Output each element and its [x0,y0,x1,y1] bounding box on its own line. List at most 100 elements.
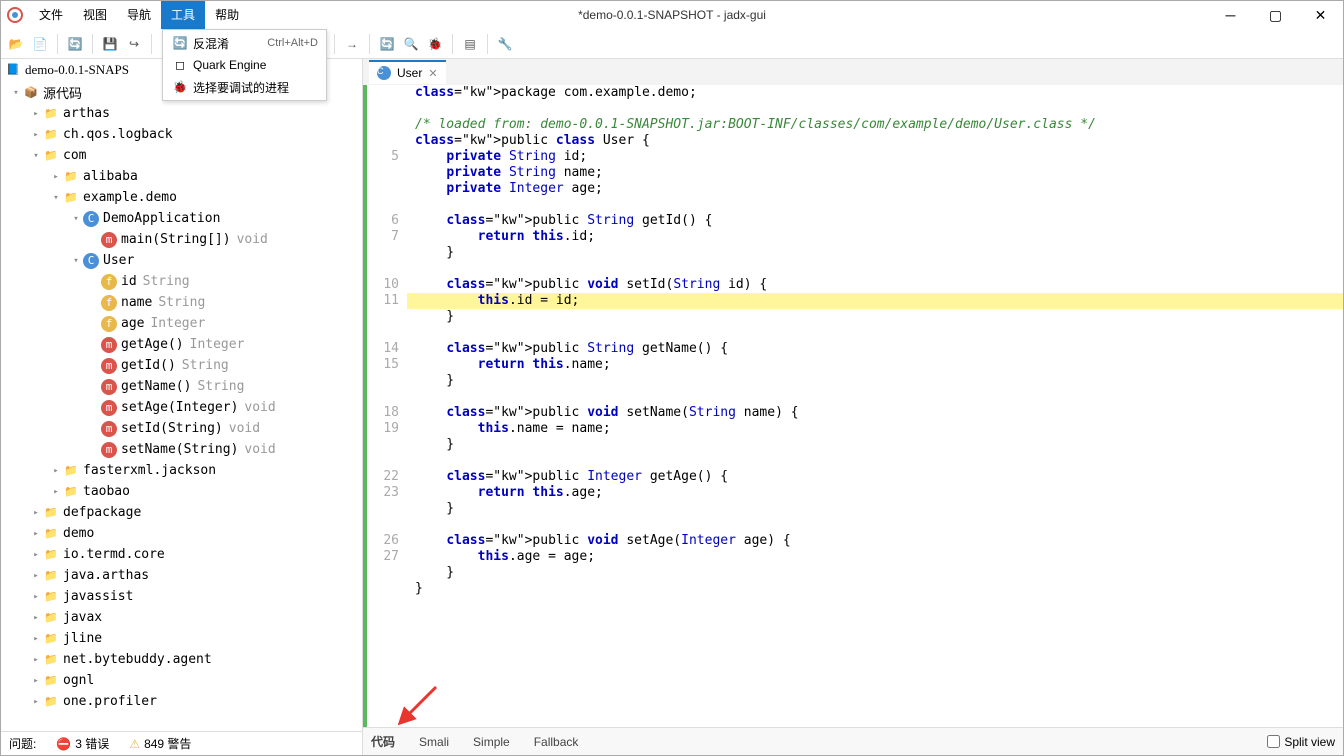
save-button[interactable]: 💾 [99,33,121,55]
tree-package[interactable]: ▸📁io.termd.core [1,544,362,565]
menu-shortcut: Ctrl+Alt+D [267,37,318,49]
open-folder-button[interactable]: 📂 [5,33,27,55]
split-view-label: Split view [1284,735,1335,749]
expand-arrow[interactable]: ▸ [29,613,43,623]
expand-arrow[interactable]: ▸ [29,655,43,665]
method-icon: m [101,421,117,437]
tree-package[interactable]: ▸📁java.arthas [1,565,362,586]
tree-method[interactable]: mgetAge()Integer [1,334,362,355]
tree-method[interactable]: mgetName()String [1,376,362,397]
forward-button[interactable]: → [341,33,363,55]
expand-arrow[interactable]: ▸ [29,634,43,644]
expand-arrow[interactable]: ▾ [69,214,83,224]
menu-file[interactable]: 文件 [29,1,73,29]
editor-tab-user[interactable]: C User ✕ [369,60,446,84]
expand-arrow[interactable]: ▾ [69,256,83,266]
close-tab-icon[interactable]: ✕ [428,67,437,80]
search-button[interactable]: 🔍 [400,33,422,55]
package-icon: 📁 [43,148,59,164]
split-view-toggle[interactable]: Split view [1267,735,1335,749]
menu-quark-label: Quark Engine [193,58,266,72]
expand-arrow[interactable]: ▸ [29,571,43,581]
tree-package[interactable]: ▸📁fasterxml.jackson [1,460,362,481]
expand-arrow[interactable]: ▸ [29,529,43,539]
minimize-button[interactable]: ─ [1208,1,1253,29]
tree-package[interactable]: ▾📁com [1,145,362,166]
debug-button[interactable]: 🐞 [424,33,446,55]
tab-simple[interactable]: Simple [473,735,510,749]
maximize-button[interactable]: ▢ [1253,1,1298,29]
expand-arrow[interactable]: ▸ [29,508,43,518]
menu-quark[interactable]: ◻ Quark Engine [165,54,324,76]
tools-dropdown: 🔄 反混淆 Ctrl+Alt+D ◻ Quark Engine 🐞 选择要调试的… [162,29,327,101]
menu-view[interactable]: 视图 [73,1,117,29]
menu-nav[interactable]: 导航 [117,1,161,29]
expand-arrow[interactable]: ▸ [29,676,43,686]
refresh-button[interactable]: 🔄 [64,33,86,55]
expand-arrow[interactable]: ▸ [49,466,63,476]
tree-method[interactable]: msetId(String)void [1,418,362,439]
tree-class[interactable]: ▾CDemoApplication [1,208,362,229]
tree-package[interactable]: ▸📁net.bytebuddy.agent [1,649,362,670]
expand-arrow[interactable]: ▸ [29,697,43,707]
status-warnings[interactable]: ⚠849 警告 [129,735,191,752]
menu-deobfuscate-label: 反混淆 [193,35,229,52]
close-button[interactable]: ✕ [1298,1,1343,29]
expand-arrow[interactable]: ▾ [49,193,63,203]
editor-tabs: C User ✕ [363,59,1343,85]
tree-class-user[interactable]: ▾CUser [1,250,362,271]
add-file-button[interactable]: 📄 [29,33,51,55]
field-icon: f [101,274,117,290]
export-button[interactable]: ↪ [123,33,145,55]
tab-fallback[interactable]: Fallback [534,735,579,749]
status-errors[interactable]: ⛔3 错误 [56,735,109,752]
package-icon: 📁 [43,106,59,122]
menu-toggle-button[interactable]: ▤ [459,33,481,55]
source-icon: 📦 [23,85,39,101]
expand-arrow[interactable]: ▾ [9,88,23,98]
expand-arrow[interactable]: ▸ [49,487,63,497]
package-icon: 📁 [43,610,59,626]
package-icon: 📁 [43,505,59,521]
settings-button[interactable]: 🔧 [494,33,516,55]
package-icon: 📁 [63,169,79,185]
tree-package[interactable]: ▸📁demo [1,523,362,544]
menu-help[interactable]: 帮助 [205,1,249,29]
tree-package[interactable]: ▸📁alibaba [1,166,362,187]
package-icon: 📁 [43,694,59,710]
sync-icon-button[interactable]: 🔄 [376,33,398,55]
tree-method[interactable]: mmain(String[])void [1,229,362,250]
tab-code[interactable]: 代码 [371,733,395,750]
tree-field[interactable]: fnameString [1,292,362,313]
split-view-checkbox[interactable] [1267,735,1280,748]
expand-arrow[interactable]: ▸ [29,130,43,140]
tree-method[interactable]: msetAge(Integer)void [1,397,362,418]
code-editor[interactable]: 5 67 1011 1415 1819 2223 2627 class="kw"… [363,85,1343,727]
menu-deobfuscate[interactable]: 🔄 反混淆 Ctrl+Alt+D [165,32,324,54]
tree-package[interactable]: ▸📁defpackage [1,502,362,523]
tree-package[interactable]: ▸📁taobao [1,481,362,502]
tree-package[interactable]: ▸📁one.profiler [1,691,362,712]
menu-tools[interactable]: 工具 [161,1,205,29]
tree-package[interactable]: ▸📁arthas [1,103,362,124]
expand-arrow[interactable]: ▾ [29,151,43,161]
tree-field[interactable]: fageInteger [1,313,362,334]
tree-method[interactable]: msetName(String)void [1,439,362,460]
tab-smali[interactable]: Smali [419,735,449,749]
tree-package[interactable]: ▸📁jline [1,628,362,649]
expand-arrow[interactable]: ▸ [29,550,43,560]
tree-package[interactable]: ▸📁ch.qos.logback [1,124,362,145]
field-icon: f [101,316,117,332]
menubar: 文件 视图 导航 工具 帮助 [29,1,249,29]
tree-field[interactable]: fidString [1,271,362,292]
expand-arrow[interactable]: ▸ [29,592,43,602]
expand-arrow[interactable]: ▸ [49,172,63,182]
expand-arrow[interactable]: ▸ [29,109,43,119]
tree-package[interactable]: ▾📁example.demo [1,187,362,208]
tree-package[interactable]: ▸📁ognl [1,670,362,691]
tree-package[interactable]: ▸📁javax [1,607,362,628]
tree-package[interactable]: ▸📁javassist [1,586,362,607]
menu-debug-process[interactable]: 🐞 选择要调试的进程 [165,76,324,98]
tree-method[interactable]: mgetId()String [1,355,362,376]
method-icon: m [101,337,117,353]
